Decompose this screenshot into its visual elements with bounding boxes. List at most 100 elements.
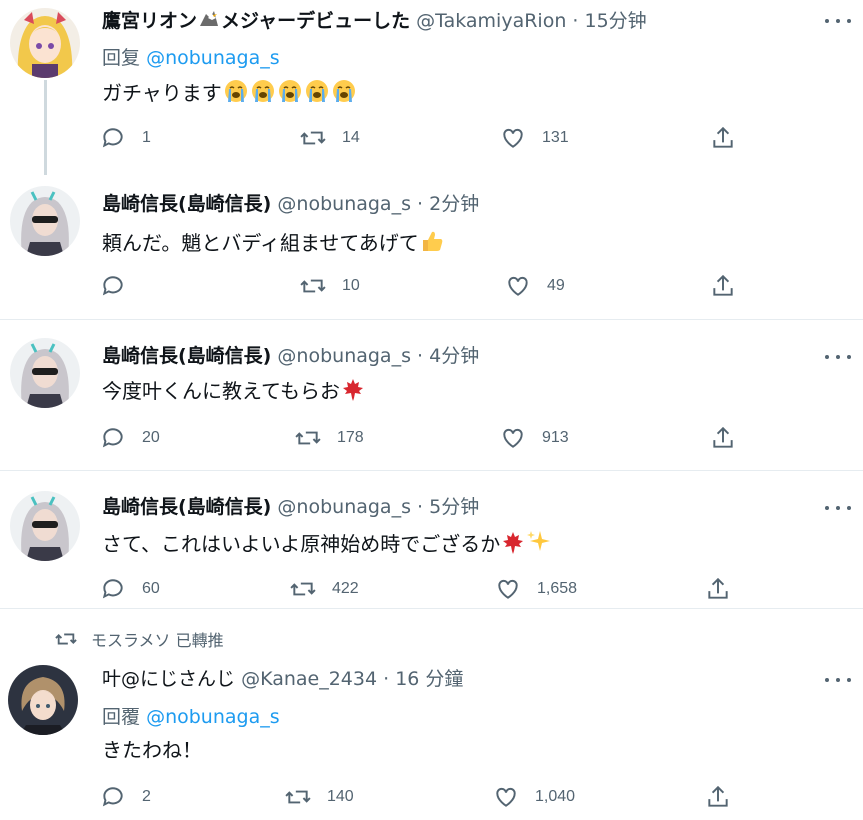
- sparkles-icon: [526, 529, 552, 561]
- retweet-button[interactable]: 140: [285, 783, 354, 811]
- reply-mention-link[interactable]: @nobunaga_s: [146, 706, 280, 728]
- reply-count: 20: [142, 429, 160, 446]
- more-options-icon[interactable]: [825, 14, 851, 28]
- like-button[interactable]: 1,040: [493, 783, 575, 811]
- tweet-header: 島崎信長(島崎信長) @nobunaga_s · 5分钟: [102, 495, 479, 519]
- heart-icon: [496, 787, 516, 807]
- reply-mention-link[interactable]: @nobunaga_s: [146, 47, 280, 69]
- tweet-5[interactable]: モスラメソ 已轉推 叶@にじさんじ @Kanae_2434 · 16 分鐘 回覆…: [0, 609, 863, 820]
- tweet-text: きたわね！: [102, 737, 202, 763]
- tweet-actions: 1 14 131: [100, 124, 750, 152]
- share-icon: [713, 126, 733, 148]
- share-icon: [713, 274, 733, 296]
- reply-button[interactable]: [100, 272, 142, 300]
- retweet-count: 178: [337, 429, 364, 446]
- heart-icon: [498, 579, 518, 599]
- user-handle[interactable]: @nobunaga_s: [277, 193, 411, 215]
- like-count: 913: [542, 429, 569, 446]
- tweet-body: ガチャります: [102, 81, 222, 105]
- share-button[interactable]: [705, 783, 731, 811]
- tweet-header: 鷹宮リオン メジャーデビューした @TakamiyaRion · 15分钟: [102, 8, 647, 36]
- user-handle[interactable]: @TakamiyaRion: [416, 10, 566, 32]
- reply-count: 60: [142, 580, 160, 597]
- avatar-nobunaga-image: [10, 338, 80, 408]
- avatar-rion-image: [10, 8, 80, 78]
- retweeted-by[interactable]: モスラメソ 已轉推: [55, 627, 224, 651]
- display-name[interactable]: 島崎信長(島崎信長): [102, 496, 271, 518]
- tweet-header: 島崎信長(島崎信長) @nobunaga_s · 2分钟: [102, 192, 479, 216]
- reply-label: 回复: [102, 47, 141, 69]
- share-button[interactable]: [710, 124, 736, 152]
- user-handle[interactable]: @nobunaga_s: [277, 345, 411, 367]
- like-count: 131: [542, 129, 569, 146]
- avatar[interactable]: [10, 186, 80, 256]
- avatar[interactable]: [10, 491, 80, 561]
- reply-button[interactable]: 1: [100, 124, 151, 152]
- retweet-button[interactable]: 10: [300, 272, 360, 300]
- retweet-count: 14: [342, 129, 360, 146]
- reply-icon: [102, 428, 123, 448]
- share-button[interactable]: [710, 424, 736, 452]
- user-handle[interactable]: @Kanae_2434: [241, 668, 377, 690]
- avatar-nobunaga-image: [10, 491, 80, 561]
- more-options-icon[interactable]: [825, 673, 851, 687]
- avatar-kanae-image: [8, 665, 78, 735]
- avatar[interactable]: [10, 338, 80, 408]
- avatar[interactable]: [8, 665, 78, 735]
- tweet-3[interactable]: 島崎信長(島崎信長) @nobunaga_s · 4分钟 今度叶くんに教えてもら…: [0, 320, 863, 470]
- reply-button[interactable]: 2: [100, 783, 151, 811]
- reply-button[interactable]: 20: [100, 424, 160, 452]
- like-button[interactable]: 1,658: [495, 575, 577, 603]
- retweet-button[interactable]: 14: [300, 124, 360, 152]
- retweet-icon: [285, 790, 311, 804]
- timestamp[interactable]: 16 分鐘: [395, 668, 463, 690]
- maple-leaf-icon: [341, 378, 365, 408]
- like-button[interactable]: 131: [500, 124, 569, 152]
- retweet-icon: [300, 279, 326, 293]
- replying-to: 回复 @nobunaga_s: [102, 46, 280, 70]
- tweet-body: 頼んだ。魈とバディ組ませてあげて: [102, 231, 419, 255]
- timestamp[interactable]: 2分钟: [429, 193, 479, 215]
- more-options-icon[interactable]: [825, 501, 851, 515]
- heart-icon: [508, 276, 528, 296]
- retweeted-by-label: モスラメソ 已轉推: [91, 631, 224, 650]
- separator-dot: ·: [410, 193, 430, 215]
- loudly-crying-face-icon: [223, 78, 358, 110]
- reply-icon: [102, 787, 123, 807]
- reply-label: 回覆: [102, 706, 141, 728]
- display-name[interactable]: 鷹宮リオン: [102, 10, 197, 32]
- like-count: 49: [547, 277, 565, 294]
- timestamp[interactable]: 4分钟: [429, 345, 479, 367]
- tweet-body: さて、これはいよいよ原神始め時でござるか: [102, 532, 501, 556]
- tweet-4[interactable]: 島崎信長(島崎信長) @nobunaga_s · 5分钟 さて、これはいよいよ原…: [0, 471, 863, 608]
- reply-icon: [102, 128, 123, 148]
- retweet-button[interactable]: 422: [290, 575, 359, 603]
- retweet-icon: [55, 633, 77, 645]
- tweet-1[interactable]: 鷹宮リオン メジャーデビューした @TakamiyaRion · 15分钟 回复…: [0, 0, 863, 175]
- share-button[interactable]: [710, 272, 736, 300]
- share-icon: [708, 577, 728, 599]
- tweet-body: 今度叶くんに教えてもらお: [102, 379, 340, 403]
- avatar[interactable]: [10, 8, 80, 78]
- display-name[interactable]: 島崎信長(島崎信長): [102, 345, 271, 367]
- timestamp[interactable]: 5分钟: [429, 496, 479, 518]
- like-button[interactable]: 49: [505, 272, 565, 300]
- maple-leaf-icon: [501, 531, 525, 561]
- tweet-text: 今度叶くんに教えてもらお: [102, 378, 365, 408]
- retweet-button[interactable]: 178: [295, 424, 364, 452]
- timestamp[interactable]: 15分钟: [585, 10, 647, 32]
- display-name[interactable]: 島崎信長(島崎信長): [102, 193, 271, 215]
- tweet-2[interactable]: 島崎信長(島崎信長) @nobunaga_s · 2分钟 頼んだ。魈とバディ組ま…: [0, 170, 863, 320]
- tweet-text: さて、これはいよいよ原神始め時でござるか: [102, 529, 552, 561]
- more-options-icon[interactable]: [825, 350, 851, 364]
- retweet-icon: [300, 131, 326, 145]
- display-name[interactable]: 叶@にじさんじ: [102, 668, 235, 690]
- display-name-suffix[interactable]: メジャーデビューした: [221, 10, 410, 32]
- reply-button[interactable]: 60: [100, 575, 160, 603]
- like-button[interactable]: 913: [500, 424, 569, 452]
- reply-count: 1: [142, 129, 151, 146]
- user-handle[interactable]: @nobunaga_s: [277, 496, 411, 518]
- retweet-count: 422: [332, 580, 359, 597]
- separator-dot: ·: [410, 345, 430, 367]
- share-button[interactable]: [705, 575, 731, 603]
